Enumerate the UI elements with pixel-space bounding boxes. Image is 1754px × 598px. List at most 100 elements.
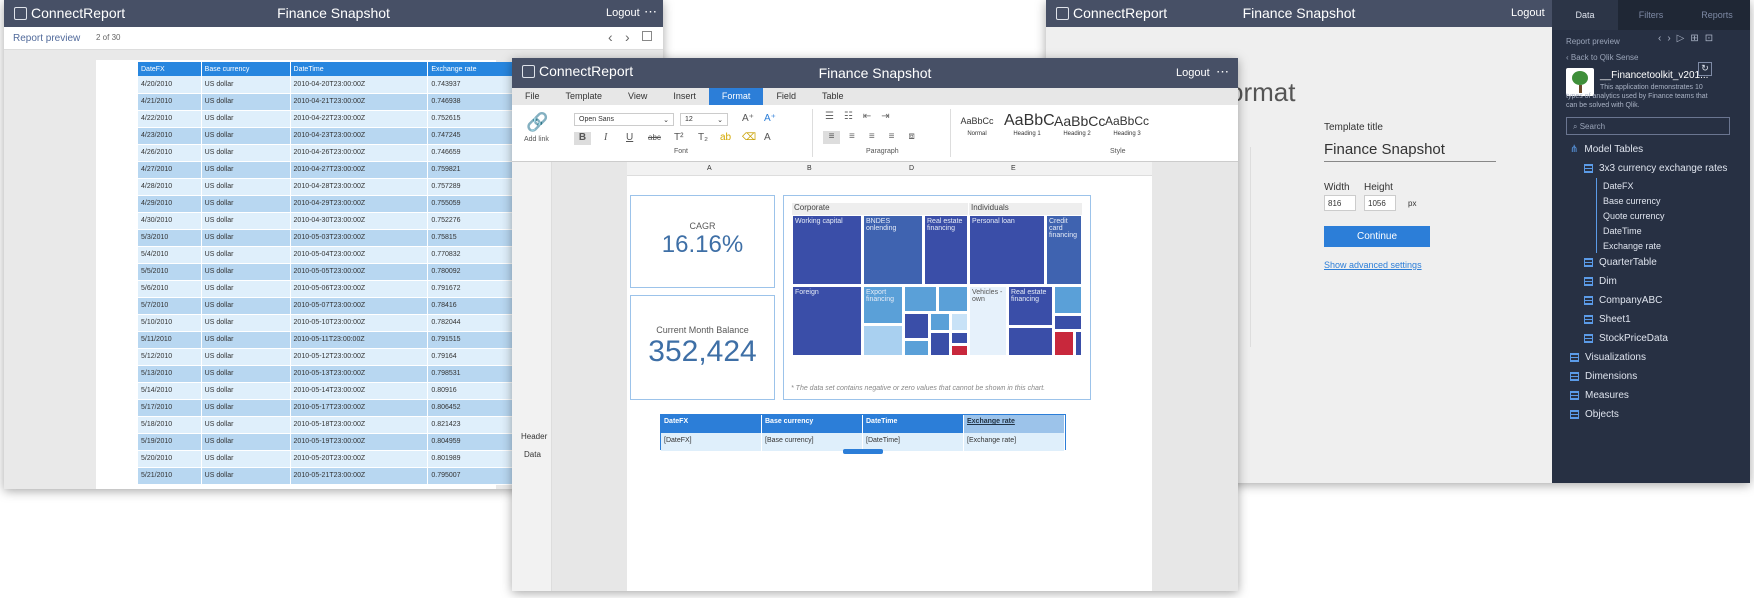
list-icons[interactable]: ☰☷⇤⇥: [825, 111, 900, 122]
align-icons[interactable]: ≡≡≡⧈: [849, 131, 929, 142]
more-menu-icon[interactable]: ⋯: [1216, 64, 1230, 80]
tree-section[interactable]: Visualizations: [1570, 348, 1745, 367]
balance-kpi[interactable]: Current Month Balance 352,424: [630, 295, 775, 400]
underline-button[interactable]: U: [626, 132, 633, 143]
tree-table[interactable]: Sheet1: [1570, 310, 1745, 329]
menu-file[interactable]: File: [512, 88, 553, 105]
panel-search-input[interactable]: ⌕ Search: [1566, 117, 1730, 135]
tree-field[interactable]: Base currency: [1596, 193, 1745, 208]
tree-section[interactable]: Objects: [1570, 405, 1745, 424]
model-icon: ⋔: [1570, 144, 1579, 155]
side-panel: Data Filters Reports Report preview ‹›▷⊞…: [1552, 0, 1750, 483]
tree-table[interactable]: StockPriceData: [1570, 329, 1745, 348]
table-row: 5/5/2010 US dollar 2010-05-05T23:00:00Z 0.7…: [138, 263, 518, 281]
template-title-input[interactable]: Finance Snapshot: [1324, 141, 1496, 162]
menu-format[interactable]: Format: [708, 88, 764, 105]
tree-field[interactable]: Quote currency: [1596, 208, 1745, 223]
title-bar: ConnectReport Finance Snapshot Logout ⋯: [4, 0, 663, 27]
table-cell: 5/21/2010: [138, 467, 202, 485]
cagr-kpi[interactable]: CAGR 16.16%: [630, 195, 775, 288]
tree-table[interactable]: CompanyABC: [1570, 291, 1745, 310]
refresh-icon[interactable]: ↻: [1698, 62, 1712, 76]
grow-font-icon[interactable]: A⁺: [742, 113, 754, 124]
back-link[interactable]: ‹ Back to Qlik Sense: [1566, 53, 1638, 62]
tree-field[interactable]: DateTime: [1596, 223, 1745, 238]
tree-section[interactable]: Dimensions: [1570, 367, 1745, 386]
field-cell[interactable]: [Exchange rate]: [964, 433, 1065, 451]
column-header[interactable]: DateTime: [290, 62, 429, 76]
table-cell: 5/12/2010: [138, 348, 202, 366]
resize-handle[interactable]: [843, 449, 883, 454]
continue-button[interactable]: Continue: [1324, 226, 1430, 247]
menu-table[interactable]: Table: [809, 88, 857, 105]
tab-filters[interactable]: Filters: [1618, 0, 1684, 30]
table-cell: US dollar: [201, 76, 291, 94]
italic-button[interactable]: I: [604, 132, 607, 143]
tree-model-tables[interactable]: ⋔ Model Tables: [1570, 140, 1745, 159]
format-ribbon: 🔗 Add link Open Sans ⌄ 12 ⌄ A⁺ A⁺ B I U ab…: [512, 105, 1238, 162]
logout-link[interactable]: Logout: [1176, 67, 1210, 79]
preview-toolbar: Report preview 2 of 30 ‹ ›: [4, 27, 663, 50]
table-cell: 2010-05-13T23:00:00Z: [290, 365, 429, 383]
superscript-button[interactable]: T²: [674, 132, 683, 143]
header-cell[interactable]: Base currency: [762, 415, 863, 433]
size-select[interactable]: 12 ⌄: [680, 113, 728, 126]
divider: [812, 109, 813, 157]
style-heading-2[interactable]: AaBbCc Heading 2: [1054, 111, 1105, 137]
link-icon[interactable]: 🔗: [526, 112, 548, 133]
tree-section-label: Objects: [1585, 409, 1619, 420]
field-cell[interactable]: [DateFX]: [661, 433, 762, 451]
menu-insert[interactable]: Insert: [660, 88, 709, 105]
export-icon[interactable]: [642, 31, 652, 41]
prev-page-icon[interactable]: ‹: [608, 29, 613, 45]
width-input[interactable]: 816: [1324, 195, 1356, 211]
tree-table1[interactable]: 3x3 currency exchange rates: [1570, 159, 1745, 178]
header-cell[interactable]: DateTime: [863, 415, 964, 433]
tab-reports[interactable]: Reports: [1684, 0, 1750, 30]
table-cell: US dollar: [201, 399, 291, 417]
table-cell: 0.746938: [427, 93, 518, 111]
tree-table[interactable]: QuarterTable: [1570, 253, 1745, 272]
style-heading-1[interactable]: AaBbC Heading 1: [1004, 111, 1055, 137]
tree-field[interactable]: Exchange rate: [1596, 238, 1745, 253]
style-normal[interactable]: AaBbCc Normal: [954, 111, 1000, 137]
advanced-settings-link[interactable]: Show advanced settings: [1324, 260, 1422, 270]
treemap-chart[interactable]: Corporate Individuals Working capital BNDES…: [783, 195, 1091, 400]
menu-field[interactable]: Field: [763, 88, 809, 105]
next-page-icon[interactable]: ›: [625, 29, 630, 45]
font-color-icon[interactable]: A: [764, 132, 771, 143]
column-header[interactable]: Exchange rate: [427, 62, 518, 76]
add-link-button[interactable]: Add link: [524, 136, 549, 143]
font-select[interactable]: Open Sans ⌄: [574, 113, 674, 126]
clear-format-icon[interactable]: ⌫: [742, 132, 756, 143]
header-cell[interactable]: DateFX: [661, 415, 762, 433]
style-heading-3[interactable]: AaBbCc Heading 3: [1104, 111, 1150, 137]
align-left-icon[interactable]: ≡: [823, 131, 840, 144]
strike-button[interactable]: abc: [648, 133, 661, 142]
table-cell: 2010-05-19T23:00:00Z: [290, 433, 429, 451]
table-cell: 2010-04-23T23:00:00Z: [290, 127, 429, 145]
panel-tabs: Data Filters Reports: [1552, 0, 1750, 30]
header-cell[interactable]: Exchange rate: [964, 415, 1065, 433]
table-icon: [1584, 277, 1593, 286]
logout-link[interactable]: Logout: [1511, 7, 1545, 19]
column-header[interactable]: Base currency: [201, 62, 291, 76]
tab-data[interactable]: Data: [524, 450, 541, 459]
shrink-font-icon[interactable]: A⁺: [764, 113, 776, 124]
tab-data[interactable]: Data: [1552, 0, 1618, 30]
height-input[interactable]: 1056: [1364, 195, 1396, 211]
panel-nav-icons[interactable]: ‹›▷⊞⊡: [1658, 33, 1719, 44]
tree-field[interactable]: DateFX: [1596, 178, 1745, 193]
column-header[interactable]: DateFX: [138, 62, 202, 76]
tab-header[interactable]: Header: [521, 432, 547, 441]
tree-section[interactable]: Measures: [1570, 386, 1745, 405]
subscript-button[interactable]: T₂: [698, 132, 708, 143]
menu-template[interactable]: Template: [553, 88, 616, 105]
data-table-block[interactable]: DateFX Base currency DateTime Exchange rate…: [660, 414, 1066, 454]
tree-table[interactable]: Dim: [1570, 272, 1745, 291]
bold-button[interactable]: B: [574, 132, 591, 145]
logout-link[interactable]: Logout: [606, 7, 640, 19]
highlight-icon[interactable]: ab: [720, 132, 731, 143]
more-menu-icon[interactable]: ⋯: [644, 4, 658, 20]
menu-view[interactable]: View: [615, 88, 660, 105]
